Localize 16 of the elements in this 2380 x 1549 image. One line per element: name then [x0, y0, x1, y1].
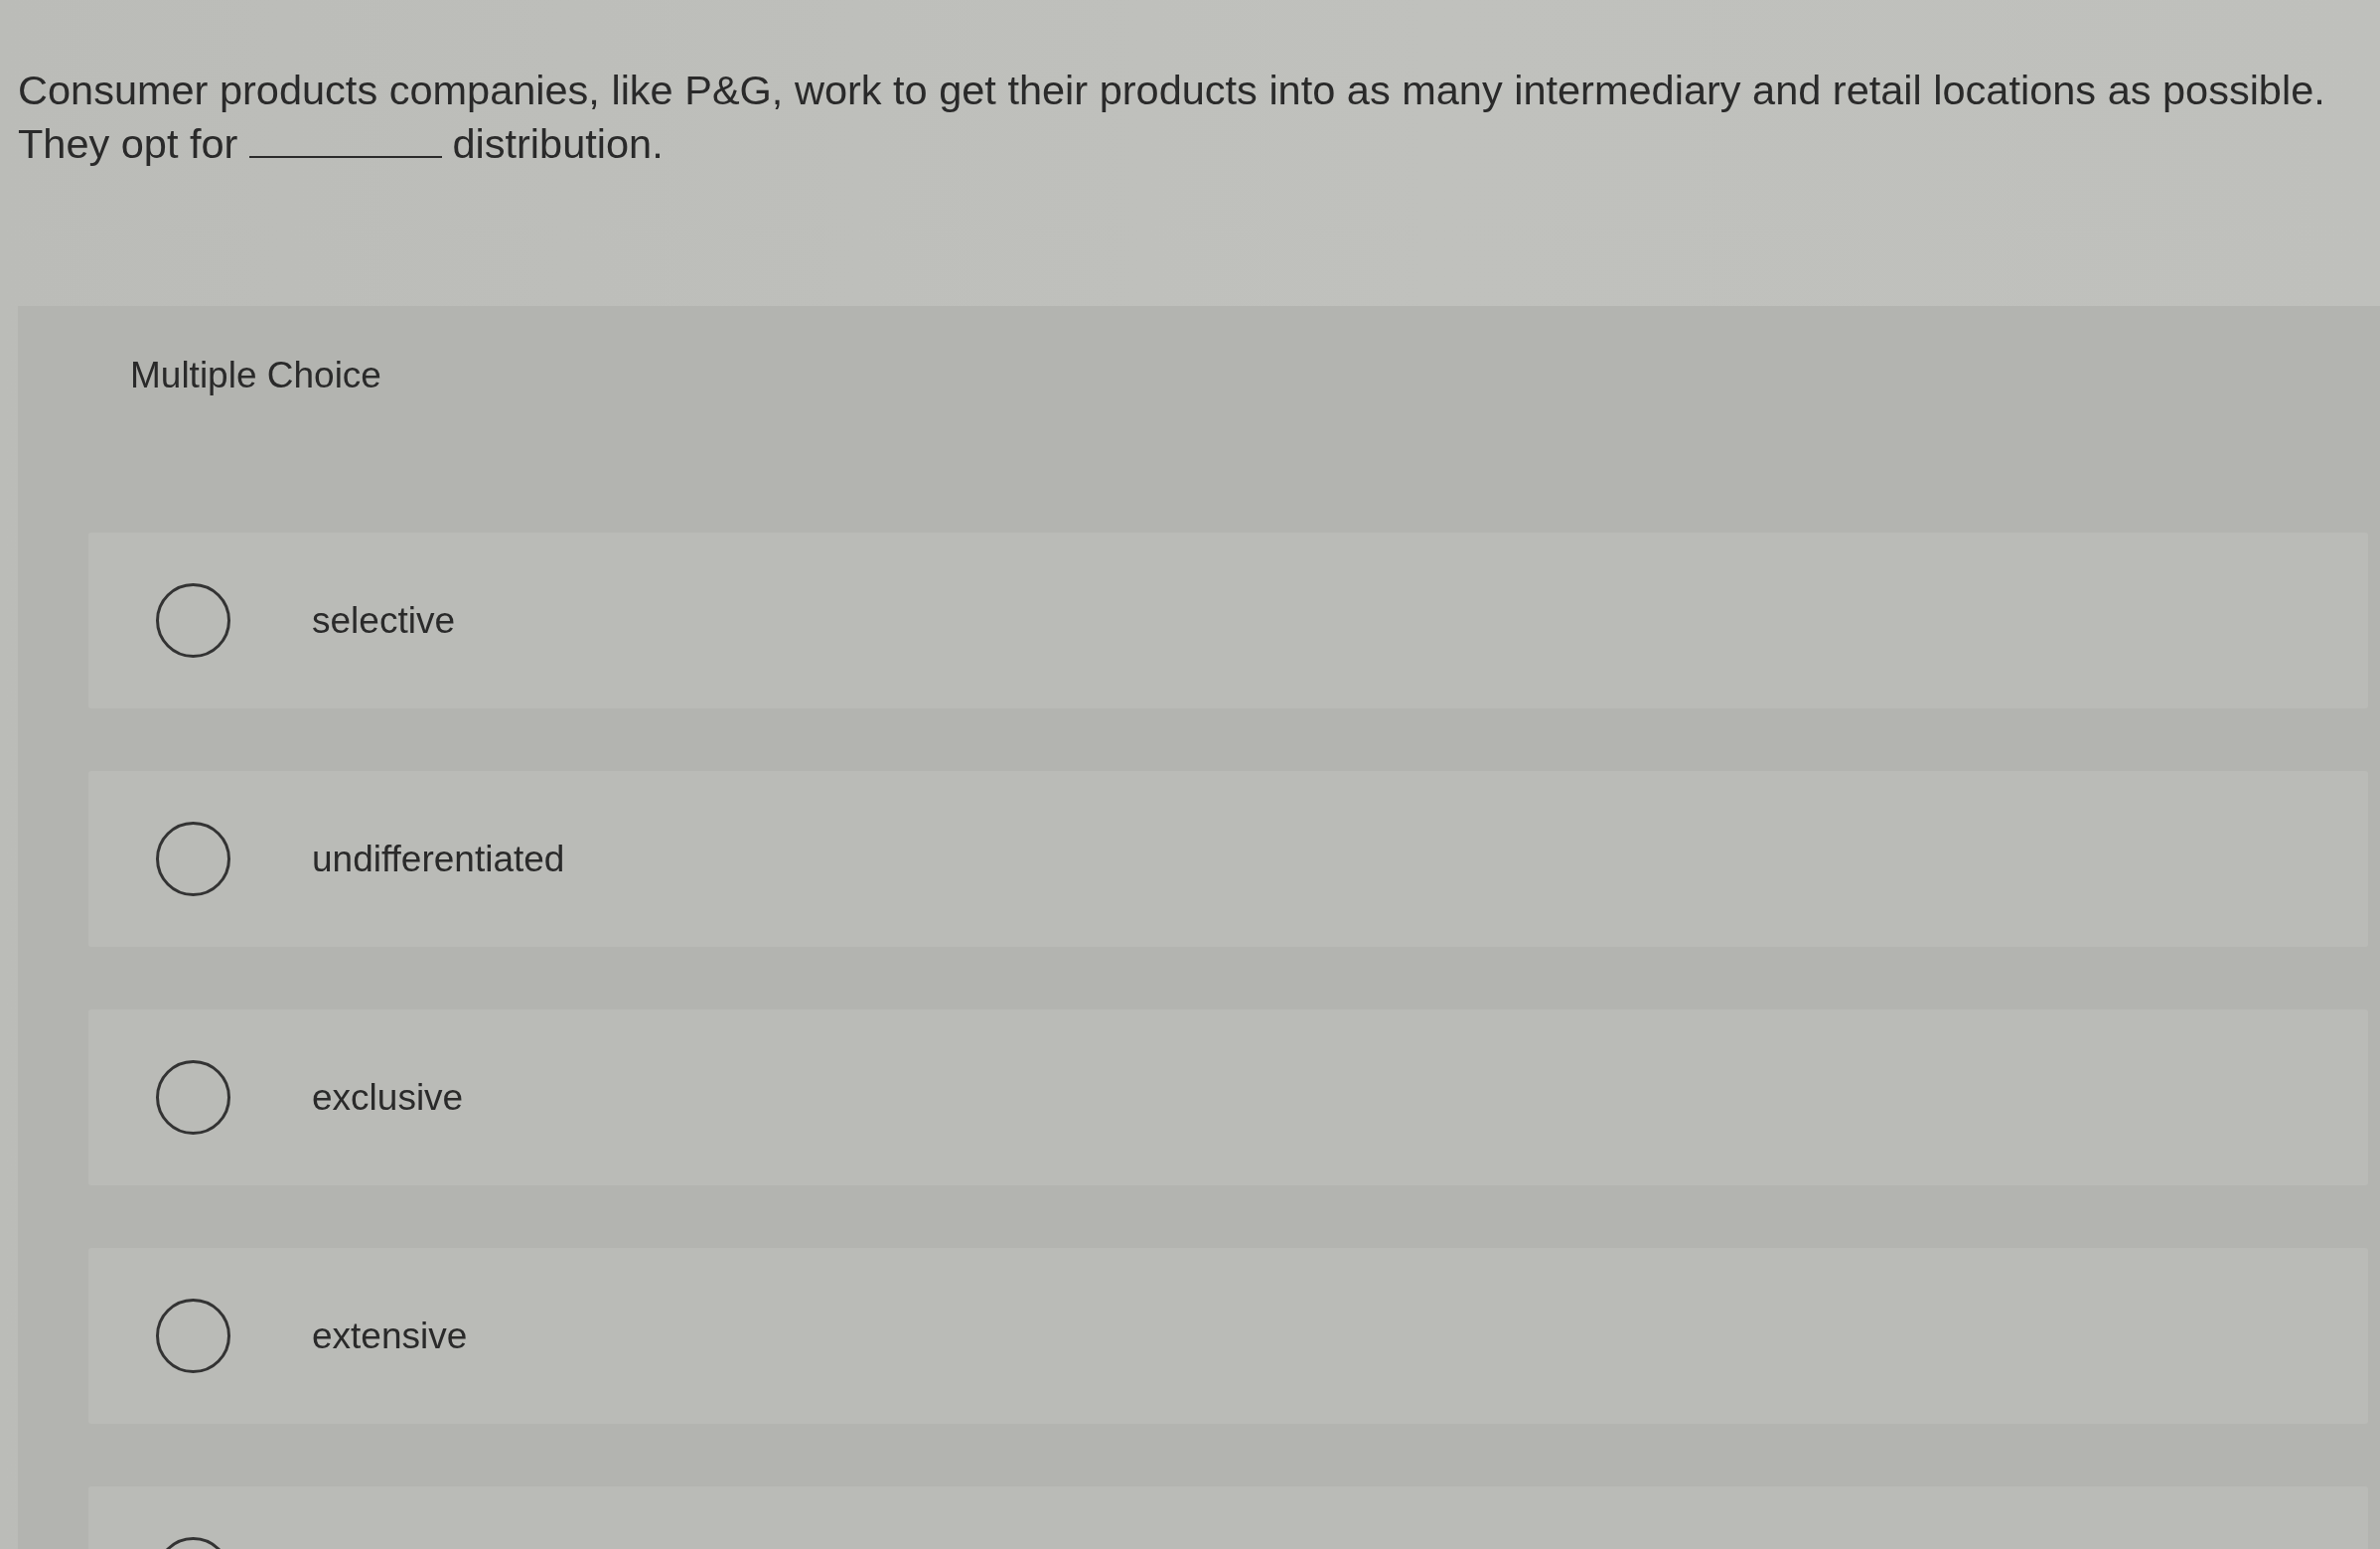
answer-option[interactable]: undifferentiated: [88, 771, 2368, 947]
question-text: Consumer products companies, like P&G, work to get their products into as many intermediary and retail locations as possible.: [18, 66, 2325, 115]
answer-option[interactable]: extensive: [88, 1248, 2368, 1424]
radio-button[interactable]: [156, 1299, 230, 1373]
option-label: exclusive: [312, 1075, 464, 1120]
question-type-label: Multiple Choice: [130, 354, 381, 397]
answer-option[interactable]: exclusive: [88, 1009, 2368, 1185]
radio-button[interactable]: [156, 583, 230, 658]
option-label: undifferentiated: [312, 837, 565, 881]
question-text: They opt for: [18, 119, 238, 169]
question-text: distribution.: [452, 119, 664, 169]
answer-option[interactable]: selective: [88, 533, 2368, 708]
radio-button[interactable]: [156, 822, 230, 896]
option-label: extensive: [312, 1314, 468, 1358]
radio-button[interactable]: [156, 1060, 230, 1135]
option-label: selective: [312, 598, 455, 643]
